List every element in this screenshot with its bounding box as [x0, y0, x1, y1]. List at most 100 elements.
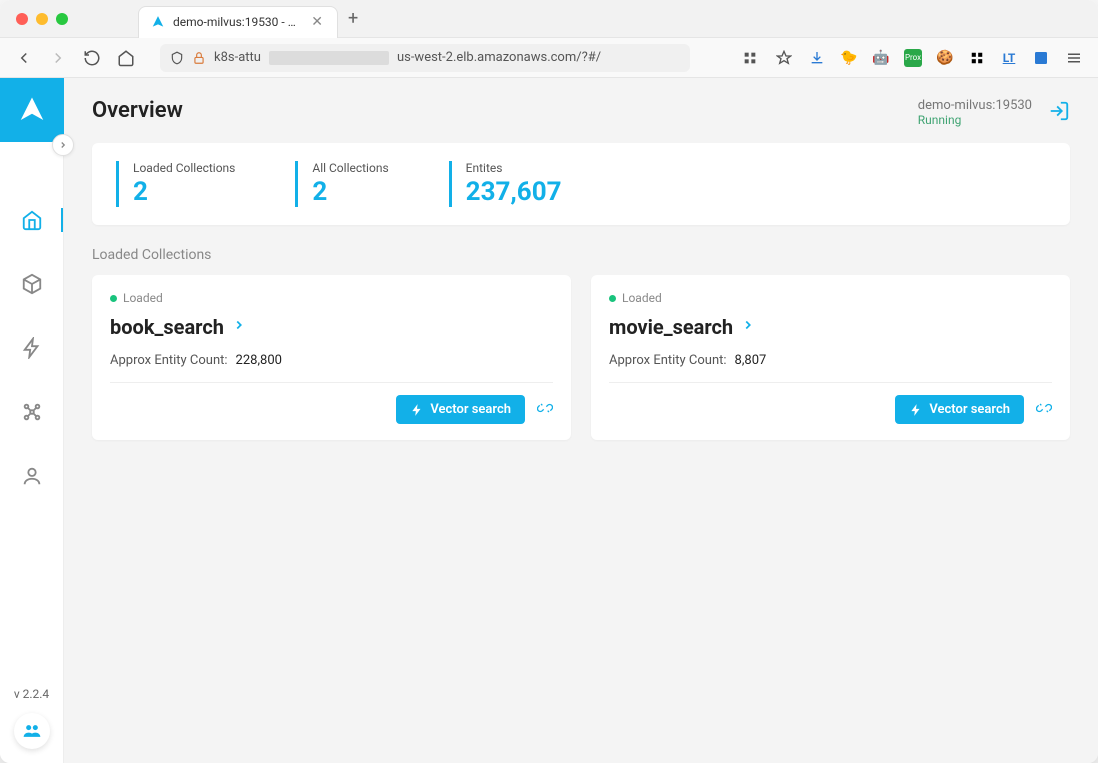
- button-label: Vector search: [430, 402, 511, 417]
- card-actions: Vector search: [110, 395, 553, 424]
- window-maximize-button[interactable]: [56, 13, 68, 25]
- stat-label: Loaded Collections: [133, 161, 235, 175]
- cube-icon: [21, 273, 43, 295]
- lock-icon: [192, 51, 206, 65]
- logout-button[interactable]: [1048, 100, 1070, 126]
- shield-icon: [170, 51, 184, 65]
- stat-loaded-collections: Loaded Collections 2: [116, 161, 235, 207]
- app-content: v 2.2.4 Overview demo-milvus:19530 Runni…: [0, 78, 1098, 763]
- stat-value: 237,607: [466, 177, 562, 207]
- new-tab-button[interactable]: +: [348, 8, 358, 29]
- page-title: Overview: [92, 98, 183, 123]
- collection-name: book_search: [110, 315, 224, 339]
- status-dot-icon: [609, 295, 616, 302]
- vector-search-button[interactable]: Vector search: [895, 395, 1024, 424]
- stats-panel: Loaded Collections 2 All Collections 2 E…: [92, 143, 1070, 225]
- connection-status: Running: [918, 113, 962, 127]
- network-icon: [21, 401, 43, 423]
- user-icon: [21, 465, 43, 487]
- bookmark-icon[interactable]: [774, 48, 794, 68]
- nav-users[interactable]: [0, 458, 63, 494]
- release-button[interactable]: [537, 400, 553, 420]
- stat-value: 2: [133, 177, 235, 207]
- reader-icon[interactable]: [740, 48, 760, 68]
- reload-button[interactable]: [82, 48, 102, 68]
- home-button[interactable]: [116, 48, 136, 68]
- tab-close-icon[interactable]: ✕: [309, 13, 325, 31]
- count-value: 228,800: [236, 353, 282, 368]
- bolt-icon: [410, 403, 424, 417]
- collection-cards: Loaded book_search Approx Entity Count: …: [92, 275, 1070, 440]
- collection-link[interactable]: book_search: [110, 315, 553, 339]
- stat-value: 2: [312, 177, 388, 207]
- stat-label: All Collections: [312, 161, 388, 175]
- titlebar: demo-milvus:19530 - Attu ✕ +: [0, 0, 1098, 38]
- card-actions: Vector search: [609, 395, 1052, 424]
- bolt-icon: [21, 337, 43, 359]
- main-content: Overview demo-milvus:19530 Running Loade…: [64, 78, 1098, 763]
- status-text: Loaded: [123, 291, 163, 305]
- stat-all-collections: All Collections 2: [295, 161, 388, 207]
- browser-toolbar: k8s-attu us-west-2.elb.amazonaws.com/?#/…: [0, 38, 1098, 78]
- bolt-icon: [909, 403, 923, 417]
- nav-collections[interactable]: [0, 266, 63, 302]
- browser-window: demo-milvus:19530 - Attu ✕ + k8s-attu us…: [0, 0, 1098, 763]
- extension-icon-proxy[interactable]: Prox: [904, 49, 922, 67]
- count-label: Approx Entity Count:: [110, 353, 228, 368]
- chevron-right-icon: [232, 318, 246, 336]
- count-value: 8,807: [735, 353, 767, 368]
- extension-icon-1[interactable]: 🐤: [840, 49, 858, 67]
- attu-favicon-icon: [151, 15, 165, 29]
- stat-label: Entites: [466, 161, 562, 175]
- window-minimize-button[interactable]: [36, 13, 48, 25]
- nav-system[interactable]: [0, 394, 63, 430]
- version-label: v 2.2.4: [14, 687, 49, 701]
- toolbar-right: 🐤 🤖 Prox 🍪 LT: [740, 48, 1084, 68]
- entity-count-row: Approx Entity Count: 8,807: [609, 353, 1052, 383]
- sidebar-footer: v 2.2.4: [14, 687, 50, 763]
- unlink-icon: [537, 400, 553, 416]
- extension-icon-6[interactable]: [1032, 49, 1050, 67]
- app-logo[interactable]: [0, 78, 64, 142]
- extension-icon-3[interactable]: 🍪: [936, 49, 954, 67]
- extension-icon-4[interactable]: [968, 49, 986, 67]
- extension-icon-2[interactable]: 🤖: [872, 49, 890, 67]
- menu-button[interactable]: [1064, 48, 1084, 68]
- entity-count-row: Approx Entity Count: 228,800: [110, 353, 553, 383]
- community-button[interactable]: [14, 713, 50, 749]
- collection-card: Loaded book_search Approx Entity Count: …: [92, 275, 571, 440]
- nav-forward-button[interactable]: [48, 48, 68, 68]
- sidebar: v 2.2.4: [0, 78, 64, 763]
- unlink-icon: [1036, 400, 1052, 416]
- sidebar-collapse-button[interactable]: [52, 134, 74, 156]
- url-bar[interactable]: k8s-attu us-west-2.elb.amazonaws.com/?#/: [160, 44, 690, 72]
- url-redacted: [269, 51, 389, 65]
- nav-search[interactable]: [0, 330, 63, 366]
- download-icon[interactable]: [808, 49, 826, 67]
- window-close-button[interactable]: [16, 13, 28, 25]
- browser-tab[interactable]: demo-milvus:19530 - Attu ✕: [138, 6, 338, 38]
- status-dot-icon: [110, 295, 117, 302]
- release-button[interactable]: [1036, 400, 1052, 420]
- collection-link[interactable]: movie_search: [609, 315, 1052, 339]
- tab-title: demo-milvus:19530 - Attu: [173, 15, 301, 29]
- status-text: Loaded: [622, 291, 662, 305]
- home-icon: [21, 209, 43, 231]
- status-row: Loaded: [110, 291, 553, 305]
- logout-icon: [1048, 100, 1070, 122]
- chevron-right-icon: [741, 318, 755, 336]
- sidebar-nav: [0, 202, 63, 494]
- connection-info: demo-milvus:19530 Running: [918, 98, 1070, 127]
- stat-entities: Entites 237,607: [449, 161, 562, 207]
- attu-logo-icon: [17, 95, 47, 125]
- people-icon: [22, 721, 42, 741]
- button-label: Vector search: [929, 402, 1010, 417]
- nav-back-button[interactable]: [14, 48, 34, 68]
- section-title: Loaded Collections: [92, 247, 1070, 263]
- extension-icon-5[interactable]: LT: [1000, 49, 1018, 67]
- vector-search-button[interactable]: Vector search: [396, 395, 525, 424]
- url-host-prefix: k8s-attu: [214, 50, 261, 65]
- browser-tabs: demo-milvus:19530 - Attu ✕ +: [138, 0, 358, 37]
- nav-overview[interactable]: [0, 202, 63, 238]
- collection-name: movie_search: [609, 315, 733, 339]
